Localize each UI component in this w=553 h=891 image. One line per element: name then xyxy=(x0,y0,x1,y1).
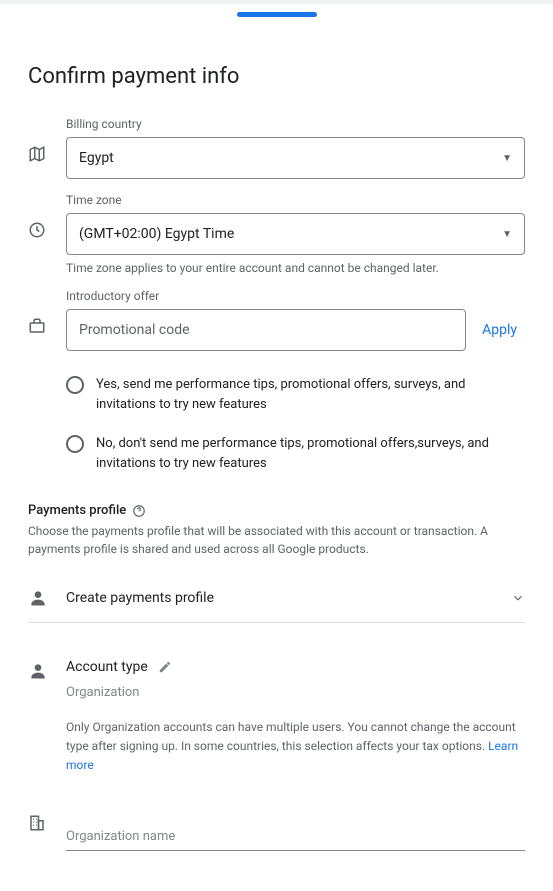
radio-no-label: No, don't send me performance tips, prom… xyxy=(96,434,525,473)
organization-name-input[interactable]: Organization name xyxy=(66,812,525,851)
billing-country-value: Egypt xyxy=(79,150,114,166)
chevron-down-icon: ▼ xyxy=(502,153,512,164)
map-icon xyxy=(28,145,46,163)
briefcase-icon xyxy=(28,317,46,335)
chevron-down-icon xyxy=(511,591,525,605)
chevron-down-icon: ▼ xyxy=(502,229,512,240)
payments-profile-desc: Choose the payments profile that will be… xyxy=(28,522,525,558)
org-placeholder: Organization name xyxy=(66,829,175,844)
person-icon xyxy=(28,661,48,681)
radio-yes-label: Yes, send me performance tips, promotion… xyxy=(96,375,525,414)
radio-circle-icon xyxy=(66,435,84,453)
clock-icon xyxy=(28,221,46,239)
account-type-desc: Only Organization accounts can have mult… xyxy=(66,718,525,776)
account-type-value: Organization xyxy=(66,685,525,700)
account-type-label: Account type xyxy=(66,659,148,675)
page-title: Confirm payment info xyxy=(28,64,525,89)
help-icon[interactable] xyxy=(132,504,146,518)
offer-label: Introductory offer xyxy=(66,289,525,303)
person-icon xyxy=(28,588,48,608)
promo-code-input[interactable]: Promotional code xyxy=(66,309,466,351)
timezone-label: Time zone xyxy=(66,193,525,207)
radio-yes[interactable]: Yes, send me performance tips, promotion… xyxy=(66,375,525,414)
timezone-helper: Time zone applies to your entire account… xyxy=(66,261,525,275)
timezone-value: (GMT+02:00) Egypt Time xyxy=(79,226,234,242)
top-divider xyxy=(0,0,553,4)
payments-profile-title: Payments profile xyxy=(28,503,525,518)
pencil-icon[interactable] xyxy=(158,660,172,674)
billing-country-label: Billing country xyxy=(66,117,525,131)
radio-circle-icon xyxy=(66,376,84,394)
progress-indicator xyxy=(237,12,317,17)
billing-country-select[interactable]: Egypt ▼ xyxy=(66,137,525,179)
create-payments-profile[interactable]: Create payments profile xyxy=(28,574,525,623)
radio-no[interactable]: No, don't send me performance tips, prom… xyxy=(66,434,525,473)
building-icon xyxy=(28,814,46,832)
promo-placeholder: Promotional code xyxy=(79,322,190,338)
timezone-select[interactable]: (GMT+02:00) Egypt Time ▼ xyxy=(66,213,525,255)
apply-button[interactable]: Apply xyxy=(482,322,525,338)
create-profile-label: Create payments profile xyxy=(66,590,511,606)
